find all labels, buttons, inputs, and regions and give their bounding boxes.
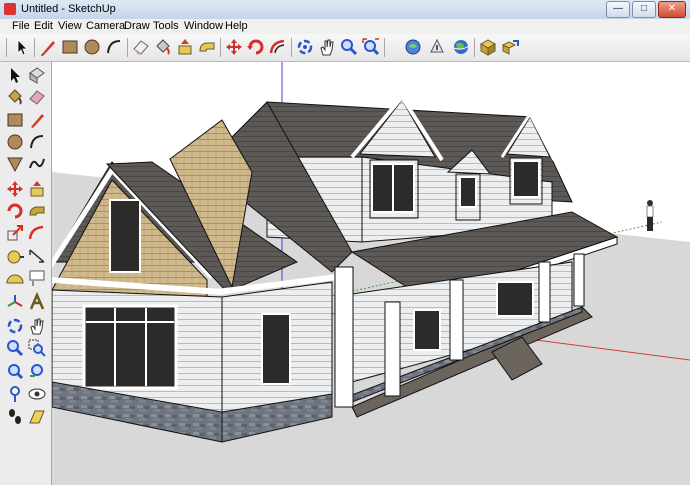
select-arrow-icon[interactable]	[12, 37, 32, 57]
toolbar-grip	[6, 38, 7, 57]
protractor-icon[interactable]	[5, 268, 25, 288]
rotate-icon[interactable]	[246, 37, 266, 57]
3d-text-icon[interactable]	[27, 292, 47, 312]
section-plane-icon[interactable]	[27, 407, 47, 427]
model-viewport[interactable]	[52, 62, 690, 485]
menu-bar: File Edit View Camera Draw Tools Window …	[0, 19, 690, 35]
menu-tools[interactable]: Tools	[153, 20, 179, 32]
menu-edit[interactable]: Edit	[34, 20, 53, 32]
rotate-icon[interactable]	[5, 201, 25, 221]
main-toolbar	[0, 34, 690, 62]
side-window	[261, 313, 291, 385]
menu-file[interactable]: File	[12, 20, 30, 32]
circle-icon[interactable]	[5, 132, 25, 152]
toolbar-separator	[384, 38, 385, 57]
arc-icon[interactable]	[27, 132, 47, 152]
close-button[interactable]: ✕	[658, 1, 686, 18]
follow-me-icon[interactable]	[197, 37, 217, 57]
arc-icon[interactable]	[104, 37, 124, 57]
porch-window-2	[496, 281, 534, 317]
title-bar: Untitled - SketchUp — □ ✕	[0, 0, 690, 20]
rectangle-icon[interactable]	[5, 110, 25, 130]
follow-me-icon[interactable]	[27, 201, 47, 221]
eraser-icon[interactable]	[131, 37, 151, 57]
sketchup-logo-icon	[4, 3, 16, 15]
zoom-window-icon[interactable]	[27, 338, 47, 358]
toolbar-separator	[127, 38, 128, 57]
toolbar-separator	[220, 38, 221, 57]
house-model-scene	[52, 62, 690, 485]
toolbar-separator	[34, 38, 35, 57]
move-icon[interactable]	[224, 37, 244, 57]
dimension-icon[interactable]	[27, 246, 47, 266]
pencil-line-icon[interactable]	[38, 37, 58, 57]
pencil-line-icon[interactable]	[27, 110, 47, 130]
push-pull-icon[interactable]	[27, 179, 47, 199]
maximize-button[interactable]: □	[632, 1, 656, 18]
menu-view[interactable]: View	[58, 20, 82, 32]
tool-palette	[0, 62, 52, 485]
tape-measure-icon[interactable]	[5, 246, 25, 266]
components-icon[interactable]	[478, 37, 498, 57]
get-models-icon[interactable]	[403, 37, 423, 57]
toolbar-separator	[291, 38, 292, 57]
porch-column-4	[573, 253, 585, 307]
share-component-icon[interactable]	[500, 37, 520, 57]
scale-icon[interactable]	[5, 223, 25, 243]
walk-icon[interactable]	[5, 407, 25, 427]
zoom-icon[interactable]	[5, 338, 25, 358]
axes-icon[interactable]	[5, 292, 25, 312]
porch-column-1	[384, 301, 401, 397]
porch-window-1	[413, 309, 441, 351]
window-controls: — □ ✕	[606, 1, 686, 18]
pan-hand-icon[interactable]	[317, 37, 337, 57]
paint-bucket-icon[interactable]	[153, 37, 173, 57]
make-component-icon[interactable]	[27, 65, 47, 85]
text-icon[interactable]	[27, 268, 47, 288]
position-camera-icon[interactable]	[5, 384, 25, 404]
zoom-extents-icon[interactable]	[5, 361, 25, 381]
menu-camera[interactable]: Camera	[86, 20, 125, 32]
previous-view-icon[interactable]	[27, 361, 47, 381]
dormer-2-window	[459, 176, 477, 208]
rectangle-icon[interactable]	[60, 37, 80, 57]
google-earth-icon[interactable]	[451, 37, 471, 57]
minimize-button[interactable]: —	[606, 1, 630, 18]
circle-icon[interactable]	[82, 37, 102, 57]
dormer-3-window	[512, 160, 540, 198]
bay-window	[82, 304, 178, 390]
freehand-icon[interactable]	[27, 154, 47, 174]
offset-icon[interactable]	[268, 37, 288, 57]
look-around-icon[interactable]	[27, 384, 47, 404]
pan-hand-icon[interactable]	[27, 316, 47, 336]
zoom-extents-icon[interactable]	[361, 37, 381, 57]
window-title: Untitled - SketchUp	[21, 3, 116, 15]
zoom-icon[interactable]	[339, 37, 359, 57]
corner-column	[334, 266, 354, 408]
porch-column-2	[449, 279, 464, 361]
select-arrow-icon[interactable]	[5, 65, 25, 85]
menu-help[interactable]: Help	[225, 20, 248, 32]
menu-window[interactable]: Window	[184, 20, 223, 32]
orbit-icon[interactable]	[5, 316, 25, 336]
push-pull-icon[interactable]	[175, 37, 195, 57]
toolbar-separator	[474, 38, 475, 57]
paint-bucket-icon[interactable]	[5, 87, 25, 107]
porch-column-3	[538, 261, 551, 323]
polygon-icon[interactable]	[5, 154, 25, 174]
menu-draw[interactable]: Draw	[124, 20, 150, 32]
offset-icon[interactable]	[27, 223, 47, 243]
person-figure	[646, 200, 654, 231]
orbit-icon[interactable]	[295, 37, 315, 57]
gable-window	[109, 199, 141, 273]
move-icon[interactable]	[5, 179, 25, 199]
share-model-icon[interactable]	[427, 37, 447, 57]
eraser-icon[interactable]	[27, 87, 47, 107]
